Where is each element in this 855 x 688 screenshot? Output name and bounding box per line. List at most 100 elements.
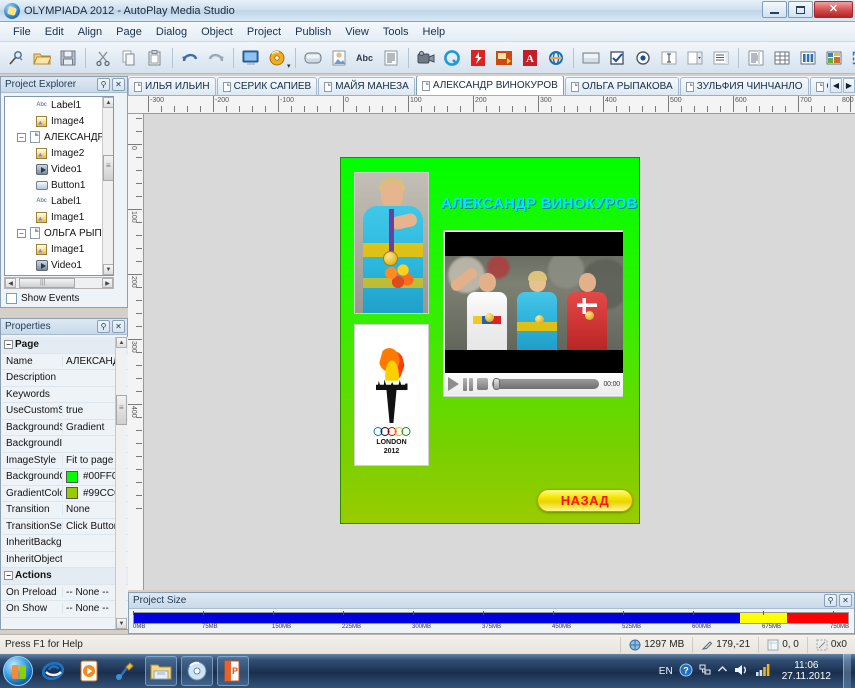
object-input-icon[interactable] [657,46,681,70]
tree-node-label1-b[interactable]: Abc Label1 [5,193,113,209]
tab-maya-maneza[interactable]: МАЙЯ МАНЕЗА [318,77,415,95]
scroll-up-icon[interactable]: ▲ [103,97,113,108]
scrollbar-thumb[interactable] [19,278,75,288]
float-panel-icon[interactable]: ⚲ [824,594,837,607]
media-player-icon[interactable] [73,656,105,686]
video-screen[interactable] [445,232,623,374]
show-hidden-tray-icon[interactable] [717,664,728,678]
stop-icon[interactable] [477,378,488,390]
save-project-icon[interactable] [56,46,80,70]
object-region-icon[interactable] [848,46,855,70]
tree-node-video1-b[interactable]: Video1 [5,257,113,273]
menu-tools[interactable]: Tools [376,24,416,40]
property-row-keywords[interactable]: Keywords [2,387,128,403]
property-row-imagestyle[interactable]: ImageStyle Fit to page [2,453,128,469]
show-events-row[interactable]: Show Events [6,293,79,304]
close-panel-icon[interactable]: ✕ [112,78,125,91]
design-page[interactable]: LONDON 2012 АЛЕКСАНДР ВИНОКУРОВ 00:00 НА… [340,157,640,524]
cut-icon[interactable] [91,46,115,70]
scrollbar-thumb[interactable] [103,155,113,181]
object-quicktime-icon[interactable] [440,46,464,70]
menu-file[interactable]: File [6,24,38,40]
tab-olga-rypakova[interactable]: ОЛЬГА РЫПАКОВА [564,77,679,95]
windows-start-orb-icon[interactable] [3,656,33,686]
paste-icon[interactable] [143,46,167,70]
menu-publish[interactable]: Publish [288,24,338,40]
menu-view[interactable]: View [338,24,376,40]
object-web-icon[interactable] [544,46,568,70]
close-panel-icon[interactable]: ✕ [839,594,852,607]
tab-zulfiya-chinchanlo[interactable]: ЗУЛЬФИЯ ЧИНЧАНЛО [679,77,809,95]
group-expander-icon[interactable]: − [4,340,13,350]
menu-page[interactable]: Page [109,24,149,40]
object-pdf-icon[interactable]: A [518,46,542,70]
tree-node-image1-a[interactable]: Image1 [5,209,113,225]
page-designer-canvas[interactable]: LONDON 2012 АЛЕКСАНДР ВИНОКУРОВ 00:00 НА… [144,114,855,590]
property-row-inheritobjects[interactable]: InheritObjects [2,552,128,568]
show-desktop-button[interactable] [843,654,851,688]
disc-burner-icon[interactable] [181,656,213,686]
video-object[interactable]: 00:00 [443,230,623,397]
close-icon[interactable]: ✕ [814,1,853,18]
property-row-onshow[interactable]: On Show -- None -- [2,601,128,618]
object-label-icon[interactable]: Abc [353,46,377,70]
object-flash-icon[interactable] [466,46,490,70]
undo-icon[interactable] [178,46,202,70]
tree-node-video1-a[interactable]: Video1 [5,161,113,177]
seek-handle[interactable] [493,378,500,390]
menu-object[interactable]: Object [194,24,240,40]
signal-tray-icon[interactable] [755,663,770,680]
close-panel-icon[interactable]: ✕ [112,320,125,333]
object-checkbox-icon[interactable] [605,46,629,70]
maximize-icon[interactable] [788,1,813,18]
back-button[interactable]: НАЗАД [537,489,633,512]
object-richtext-icon[interactable] [744,46,768,70]
scroll-down-icon[interactable]: ▼ [116,618,127,629]
property-row-backgroundimage[interactable]: BackgroundIma [2,436,128,453]
property-row-transitionsettings[interactable]: TransitionSettin Click Button [2,519,128,535]
object-slideshow-icon[interactable] [492,46,516,70]
network-tray-icon[interactable] [699,664,711,679]
property-row-backgroundcolor[interactable]: BackgroundCol #00FF00 [2,469,128,486]
object-listbox-icon[interactable] [709,46,733,70]
tree-horizontal-scrollbar[interactable]: ◀ ▶ [4,277,114,289]
float-panel-icon[interactable]: ⚲ [97,78,110,91]
scroll-left-icon[interactable]: ◀ [5,278,16,288]
project-tree[interactable]: Abc Label1 Image4 − АЛЕКСАНДР ВИНОК Imag… [4,96,114,276]
scroll-down-icon[interactable]: ▼ [103,264,113,275]
internet-explorer-icon[interactable] [37,656,69,686]
seek-slider[interactable] [492,378,600,390]
scroll-right-icon[interactable]: ▶ [102,278,113,288]
group-expander-icon[interactable]: − [4,571,13,581]
tree-node-page-rypakova[interactable]: − ОЛЬГА РЫПАКОВА [5,225,113,241]
object-paragraph-icon[interactable] [379,46,403,70]
property-row-description[interactable]: Description [2,370,128,387]
new-project-icon[interactable] [4,46,28,70]
london-2012-torch-logo[interactable]: LONDON 2012 [354,324,429,466]
redo-icon[interactable] [204,46,228,70]
object-combobox-icon[interactable] [683,46,707,70]
object-image-icon[interactable] [327,46,351,70]
paint-shop-icon[interactable] [109,656,141,686]
property-group-page[interactable]: − Page [2,337,128,354]
properties-vertical-scrollbar[interactable]: ▲ ▼ [115,337,127,629]
tree-node-page-vinokurov[interactable]: − АЛЕКСАНДР ВИНОК [5,129,113,145]
object-progress-icon[interactable] [796,46,820,70]
help-tray-icon[interactable]: ? [679,663,693,680]
scrollbar-thumb[interactable] [116,395,127,425]
tree-node-image2[interactable]: Image2 [5,145,113,161]
properties-list[interactable]: −Page Name АЛЕКСАНДР В Description Keywo… [2,337,128,629]
taskbar-clock[interactable]: 11:06 27.11.2012 [776,660,837,682]
object-tree-icon[interactable] [822,46,846,70]
play-icon[interactable] [448,377,459,391]
volume-tray-icon[interactable] [734,663,749,680]
powerpoint-icon[interactable]: P [217,656,249,686]
object-button-icon[interactable] [301,46,325,70]
menu-align[interactable]: Align [71,24,109,40]
tab-serik-sapiev[interactable]: СЕРИК САПИЕВ [216,77,318,95]
property-row-transition[interactable]: Transition None [2,502,128,519]
tray-language[interactable]: EN [659,666,673,677]
property-row-inheritbackground[interactable]: InheritBackgrou [2,535,128,552]
pause-icon[interactable] [463,377,473,391]
tab-ilya-ilyin[interactable]: ИЛЬЯ ИЛЬИН [128,77,216,95]
